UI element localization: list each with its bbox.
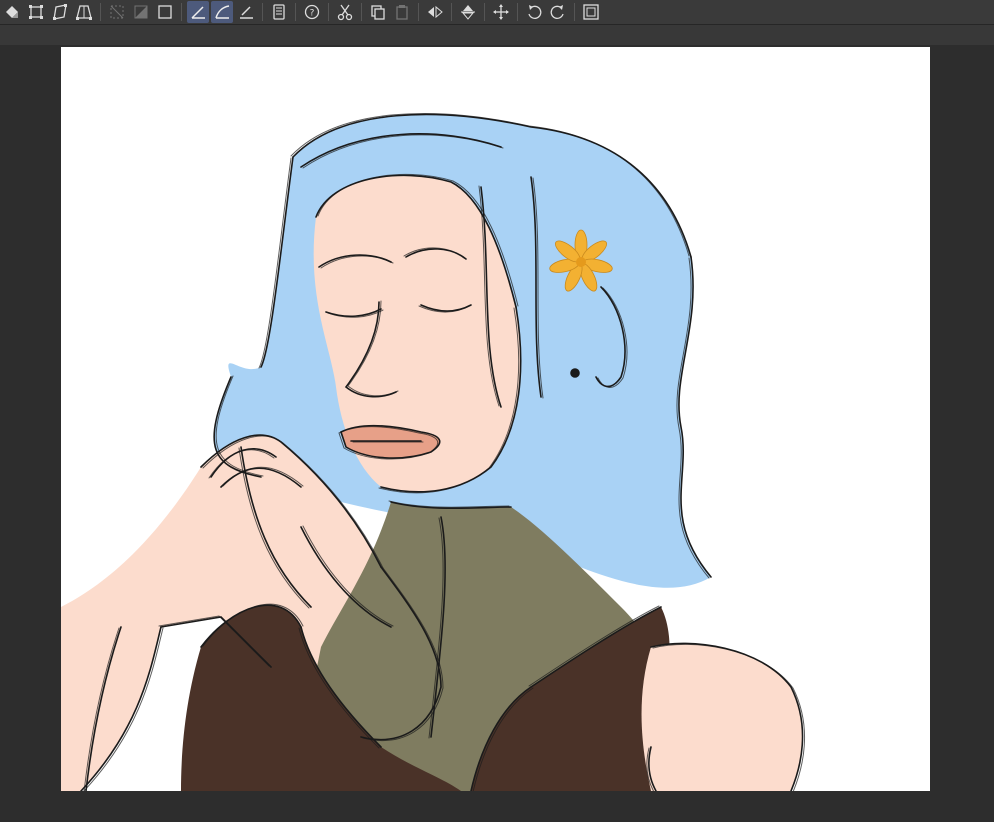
copy-icon [371,5,385,20]
deselect-button[interactable] [106,1,128,23]
cut-icon [337,4,353,21]
toolbar-separator [328,3,329,21]
ruler-edit-icon [240,6,253,19]
deselect-icon [110,5,124,19]
fill-selection-button[interactable] [1,1,23,23]
perspective-transform-icon [76,5,92,20]
flip-vertical-icon [461,5,475,20]
rotate-left-icon [528,5,542,19]
fit-canvas-button[interactable] [580,1,602,23]
rect-transform-button[interactable] [25,1,47,23]
layer-property-button[interactable] [268,1,290,23]
help-bubble-icon: ? [304,4,320,20]
shoulder-shape [641,643,803,791]
earring [570,368,580,378]
select-all-icon [158,5,172,19]
toolbar-separator [451,3,452,21]
rotate-right-icon [550,5,564,19]
toolbar-separator [100,3,101,21]
rotate-right-button[interactable] [547,1,569,23]
fit-canvas-icon [583,4,599,20]
toolbar-separator [574,3,575,21]
ruler-curve-button[interactable] [211,1,233,23]
move-icon [493,4,509,20]
ruler-straight-icon [191,6,205,19]
drawing-canvas[interactable] [61,47,930,791]
layer-property-icon [273,4,285,20]
toolbar-separator [181,3,182,21]
command-bar: ? [0,0,994,25]
invert-selection-button[interactable] [130,1,152,23]
paste-icon [396,5,408,20]
invert-selection-icon [134,5,148,19]
toolbar-separator [361,3,362,21]
copy-button[interactable] [367,1,389,23]
toolbar-separator [484,3,485,21]
rect-transform-icon [29,5,43,19]
flip-vertical-button[interactable] [457,1,479,23]
fill-selection-icon [6,6,18,18]
toolbar-separator [418,3,419,21]
tool-property-bar [0,25,994,45]
move-button[interactable] [490,1,512,23]
artwork-illustration [61,113,805,791]
flip-horizontal-icon [428,5,443,19]
flip-horizontal-button[interactable] [424,1,446,23]
perspective-transform-button[interactable] [73,1,95,23]
skew-transform-icon [53,4,67,20]
ruler-straight-button[interactable] [187,1,209,23]
flower-center [576,257,586,267]
help-bubble-button[interactable]: ? [301,1,323,23]
svg-text:?: ? [310,9,315,19]
skew-transform-button[interactable] [49,1,71,23]
select-all-button[interactable] [154,1,176,23]
toolbar-separator [517,3,518,21]
artwork-colors [61,114,803,791]
rotate-left-button[interactable] [523,1,545,23]
paste-button[interactable] [391,1,413,23]
ruler-edit-button[interactable] [235,1,257,23]
toolbar-separator [295,3,296,21]
ruler-curve-icon [215,5,230,19]
toolbar-separator [262,3,263,21]
cut-button[interactable] [334,1,356,23]
